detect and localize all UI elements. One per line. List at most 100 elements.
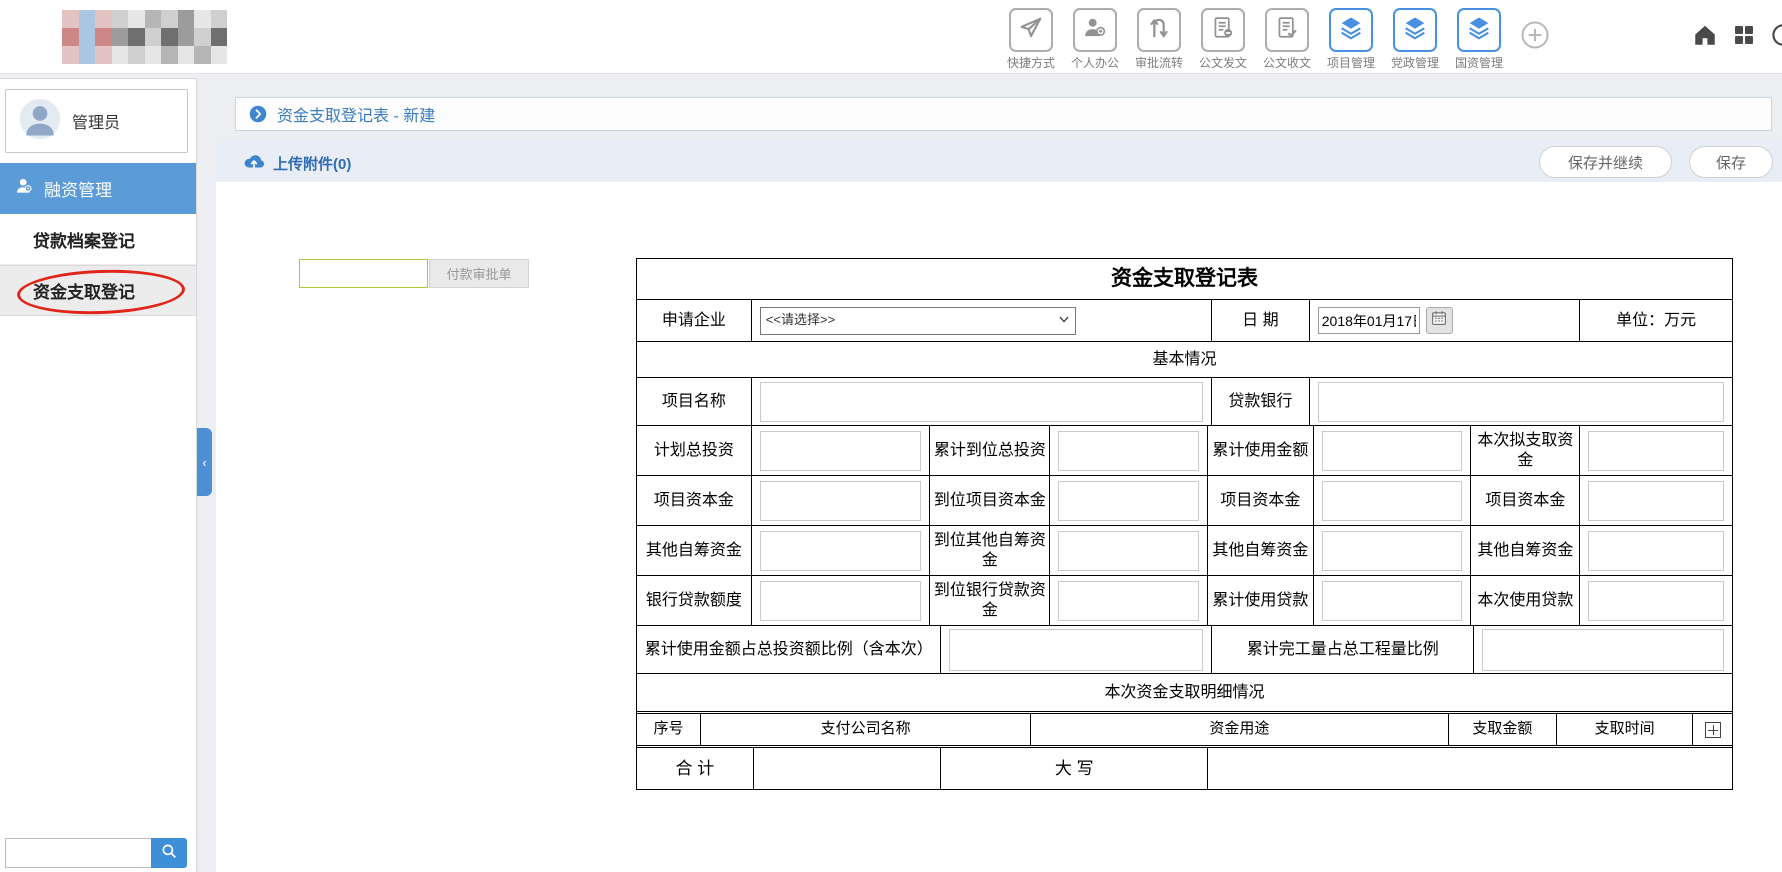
search-input[interactable] [5,838,151,868]
chevron-down-icon [1058,311,1070,331]
form-title: 资金支取登记表 [637,259,1732,299]
home-button[interactable] [1692,22,1718,53]
cumulative-used-amount-input[interactable] [1322,431,1463,471]
chevron-right-circle-icon [249,105,267,123]
capital-value-cell [1207,748,1732,789]
form-toolbar: 上传附件(0) 保存并继续 保存 [216,141,1782,182]
paper-plane-icon [1017,14,1045,47]
arrived-project-capital-input[interactable] [1058,481,1199,521]
sidebar-item-fund-withdrawal[interactable]: 资金支取登记 [0,265,196,316]
chevron-left-icon: ‹ [202,455,206,470]
upload-attachment-link[interactable]: 上传附件(0) [242,149,351,178]
payment-approval-button[interactable]: 付款审批单 [429,259,529,288]
nav-item-doc-receive[interactable]: 公文收文 [1255,8,1319,71]
capital-label: 大 写 [940,748,1207,789]
nav-item-shortcuts[interactable]: 快捷方式 [999,8,1063,71]
sidebar-item-loan-archive[interactable]: 贷款档案登记 [0,214,196,265]
logo-pixelated [62,10,227,64]
current-withdrawal-input[interactable] [1588,431,1724,471]
applicant-label: 申请企业 [637,300,751,341]
arrived-other-self-funds-input[interactable] [1058,531,1199,571]
doc-minus-icon [1209,14,1237,47]
loan-bank-label: 贷款银行 [1211,378,1309,425]
payment-approval-input[interactable] [299,259,428,288]
field-label: 其他自筹资金 [637,526,751,575]
nav-item-doc-send[interactable]: 公文发文 [1191,8,1255,71]
other-self-funds-input[interactable] [760,531,922,571]
search-icon [160,842,178,865]
plus-circle-icon [1520,37,1550,54]
planned-total-investment-input[interactable] [760,431,922,471]
cloud-upload-icon [242,149,266,178]
apps-grid-button[interactable] [1732,23,1756,52]
calendar-icon [1430,309,1448,333]
usage-ratio-input[interactable] [949,629,1203,671]
detail-header-purpose: 资金用途 [1030,714,1447,745]
sidebar-collapse-handle[interactable]: ‹ [197,428,212,496]
current-loan-used-input[interactable] [1588,581,1724,621]
nav-item-label: 公文收文 [1263,54,1311,71]
sidebar-item-label: 贷款档案登记 [33,227,135,252]
avatar [18,97,62,146]
arrived-bank-loan-input[interactable] [1058,581,1199,621]
applicant-selected-value: <<请选择>> [766,312,835,328]
bank-loan-quota-input[interactable] [760,581,922,621]
unit-label: 单位：万元 [1579,300,1732,341]
top-nav: 快捷方式 个人办公 审批流转 公文发文 [999,8,1511,71]
field-label: 本次拟支取资金 [1470,426,1579,475]
person-add-icon [1081,14,1109,47]
add-row-button[interactable] [1705,722,1721,738]
field-label: 项目资本金 [1470,476,1579,525]
save-and-continue-button[interactable]: 保存并继续 [1539,146,1672,178]
date-input[interactable] [1318,307,1420,334]
detail-header-time: 支取时间 [1556,714,1692,745]
cumulative-loan-used-input[interactable] [1322,581,1463,621]
field-label: 项目资本金 [637,476,751,525]
nav-item-label: 审批流转 [1135,54,1183,71]
add-module-button[interactable] [1520,20,1550,55]
detail-header-amount: 支取金额 [1448,714,1557,745]
field-label: 累计使用金额 [1207,426,1313,475]
project-capital-current-input[interactable] [1588,481,1724,521]
layers-icon [1337,14,1365,47]
calendar-button[interactable] [1426,307,1453,334]
applicant-select[interactable]: <<请选择>> [760,307,1076,335]
field-label: 累计到位总投资 [929,426,1049,475]
layers-icon [1401,14,1429,47]
project-capital-used-input[interactable] [1322,481,1463,521]
sidebar-search [5,838,187,868]
project-capital-input[interactable] [760,481,922,521]
nav-item-label: 国资管理 [1455,54,1503,71]
field-label: 到位银行贷款资金 [929,576,1049,625]
date-label: 日 期 [1211,300,1309,341]
nav-item-approval-flow[interactable]: 审批流转 [1127,8,1191,71]
apps-grid-icon [1732,34,1756,51]
section-detail: 本次资金支取明细情况 [637,674,1732,711]
detail-header-seq: 序号 [637,714,700,745]
field-label: 累计使用贷款 [1207,576,1313,625]
completion-ratio-label: 累计完工量占总工程量比例 [1211,626,1474,673]
partial-clipped-button[interactable] [1768,22,1782,53]
loan-bank-input[interactable] [1318,382,1724,422]
nav-item-personal-office[interactable]: 个人办公 [1063,8,1127,71]
search-button[interactable] [151,838,187,868]
project-name-input[interactable] [760,382,1203,422]
page-title: 资金支取登记表 - 新建 [277,102,435,126]
sidebar-item-label: 资金支取登记 [33,278,135,303]
save-button[interactable]: 保存 [1689,146,1773,178]
completion-ratio-input[interactable] [1482,629,1724,671]
sidebar-item-financing-mgmt[interactable]: 融资管理 [0,163,196,214]
other-self-funds-current-input[interactable] [1588,531,1724,571]
cumulative-arrived-investment-input[interactable] [1058,431,1199,471]
nav-item-state-assets-mgmt[interactable]: 国资管理 [1447,8,1511,71]
doc-check-icon [1273,14,1301,47]
person-icon [14,176,34,201]
sidebar: 管理员 融资管理 贷款档案登记 资金支取登记 [0,78,197,872]
other-self-funds-used-input[interactable] [1322,531,1463,571]
nav-item-project-mgmt[interactable]: 项目管理 [1319,8,1383,71]
field-label: 项目资本金 [1207,476,1313,525]
sidebar-menu: 融资管理 贷款档案登记 资金支取登记 [0,163,196,316]
usage-ratio-label: 累计使用金额占总投资额比例（含本次） [637,626,940,673]
nav-item-party-mgmt[interactable]: 党政管理 [1383,8,1447,71]
field-label: 银行贷款额度 [637,576,751,625]
